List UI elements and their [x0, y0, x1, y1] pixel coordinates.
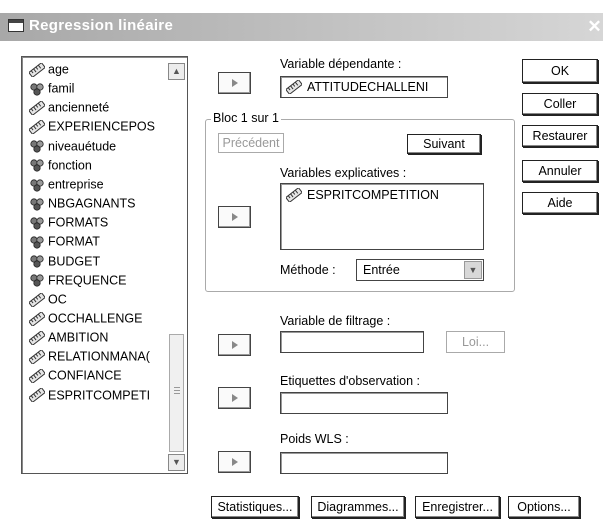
variable-list-item[interactable]: entreprise	[29, 177, 104, 195]
move-to-wls-button[interactable]	[218, 451, 251, 473]
variable-list-item[interactable]: ancienneté	[28, 100, 110, 118]
variable-label: FORMAT	[48, 235, 100, 250]
options-button[interactable]: Options...	[508, 496, 580, 518]
variable-label: EXPERIENCEPOS	[48, 120, 155, 135]
three-balls-icon	[29, 158, 45, 173]
variable-label: fonction	[48, 158, 92, 173]
ruler-icon	[28, 387, 46, 404]
case-labels-field[interactable]	[280, 392, 448, 414]
scroll-up-arrow-icon[interactable]: ▲	[168, 63, 185, 80]
dependent-variable-field[interactable]: ATTITUDECHALLENI	[280, 76, 448, 98]
three-balls-icon	[29, 216, 45, 230]
scroll-down-arrow-icon[interactable]: ▼	[168, 454, 185, 471]
variable-list-item[interactable]: FREQUENCE	[29, 273, 126, 291]
ruler-icon	[28, 119, 46, 136]
variable-list-item[interactable]: FORMATS	[29, 215, 108, 233]
methode-label: Méthode :	[280, 263, 336, 277]
three-balls-icon	[29, 235, 45, 249]
ruler-icon	[285, 187, 303, 203]
next-block-button[interactable]: Suivant	[407, 134, 481, 154]
variable-label: FREQUENCE	[48, 273, 127, 288]
ruler-icon	[285, 79, 303, 95]
statistics-button[interactable]: Statistiques...	[211, 496, 299, 518]
help-button[interactable]: Aide	[522, 192, 598, 214]
variable-list-item[interactable]: RELATIONMANA(	[28, 348, 150, 367]
variable-label: ESPRITCOMPETI	[48, 388, 151, 403]
move-to-explicatives-button[interactable]	[218, 206, 251, 228]
dependent-variable-label: Variable dépendante :	[280, 57, 402, 71]
plots-button[interactable]: Diagrammes...	[311, 496, 405, 518]
wls-weight-label: Poids WLS :	[280, 432, 349, 446]
explicatives-label: Variables explicatives :	[280, 166, 407, 180]
ruler-icon	[28, 100, 46, 116]
variable-list-item[interactable]: OCCHALLENGE	[28, 310, 143, 329]
window-icon	[8, 19, 24, 32]
filter-variable-field[interactable]	[280, 331, 424, 353]
variable-label: OCCHALLENGE	[48, 311, 143, 326]
variable-list-item[interactable]: NBGAGNANTS	[29, 196, 136, 214]
close-icon[interactable]: ✕	[586, 17, 603, 37]
ok-button[interactable]: OK	[522, 59, 598, 83]
regression-dialog: Regression linéaire ✕ age famil ancienneté…	[0, 0, 603, 531]
three-balls-icon	[29, 139, 45, 153]
move-to-filter-button[interactable]	[218, 334, 251, 356]
move-to-dependent-button[interactable]	[218, 72, 251, 94]
variable-label: age	[48, 62, 69, 77]
variable-list-item[interactable]: fonction	[29, 158, 92, 176]
variable-list-item[interactable]: ESPRITCOMPETI	[28, 387, 151, 406]
variable-label: niveauétude	[48, 139, 117, 154]
ruler-icon	[28, 348, 46, 365]
rule-button[interactable]: Loi...	[446, 331, 505, 353]
ruler-icon	[28, 291, 46, 308]
variable-list-item[interactable]: EXPERIENCEPOS	[28, 119, 155, 137]
paste-button[interactable]: Coller	[522, 93, 598, 115]
previous-block-button[interactable]: Précédent	[218, 133, 284, 153]
variable-list-item[interactable]: CONFIANCE	[28, 368, 122, 386]
variable-label: AMBITION	[48, 330, 109, 345]
methode-select[interactable]: Entrée ▼	[356, 259, 484, 281]
ruler-icon	[28, 368, 46, 385]
explicatives-list[interactable]: ESPRITCOMPETITION	[280, 183, 484, 250]
ruler-icon	[28, 61, 46, 78]
variable-list-item[interactable]: OC	[28, 291, 67, 310]
variable-label: famil	[48, 81, 75, 96]
variable-label: FORMATS	[48, 215, 109, 230]
variable-label: NBGAGNANTS	[48, 196, 136, 211]
ruler-icon	[28, 310, 46, 327]
variable-label: ancienneté	[48, 101, 110, 115]
cancel-button[interactable]: Annuler	[522, 160, 598, 182]
three-balls-icon	[29, 178, 45, 192]
variable-label: CONFIANCE	[48, 369, 122, 384]
wls-weight-field[interactable]	[280, 452, 448, 474]
variable-list-item[interactable]: FORMAT	[29, 234, 100, 252]
block-legend: Bloc 1 sur 1	[211, 111, 282, 125]
reset-button[interactable]: Restaurer	[522, 125, 598, 147]
explicatives-item[interactable]: ESPRITCOMPETITION	[307, 188, 439, 202]
three-balls-icon	[29, 254, 45, 268]
variable-label: RELATIONMANA(	[48, 349, 150, 364]
save-button[interactable]: Enregistrer...	[415, 496, 500, 518]
variable-label: OC	[48, 292, 67, 307]
variable-list-item[interactable]: niveauétude	[29, 139, 116, 157]
methode-value: Entrée	[363, 263, 400, 277]
variable-list-item[interactable]: AMBITION	[28, 329, 109, 348]
variable-list-item[interactable]: BUDGET	[29, 254, 100, 272]
variable-label: BUDGET	[48, 254, 101, 269]
three-balls-icon	[29, 197, 45, 211]
scroll-thumb[interactable]	[169, 334, 184, 452]
ruler-icon	[28, 329, 46, 346]
three-balls-icon	[29, 82, 45, 96]
three-balls-icon	[29, 273, 45, 287]
variable-list-item[interactable]: famil	[29, 81, 74, 99]
chevron-down-icon[interactable]: ▼	[464, 261, 482, 279]
variable-label: entreprise	[48, 177, 104, 192]
filter-variable-label: Variable de filtrage :	[280, 314, 391, 328]
move-to-case-labels-button[interactable]	[218, 387, 251, 409]
dependent-variable-value: ATTITUDECHALLENI	[307, 80, 429, 94]
variable-list-item[interactable]: age	[28, 61, 69, 80]
case-labels-label: Etiquettes d'observation :	[280, 374, 420, 388]
variable-list-scrollbar[interactable]: ▲ ▼	[168, 63, 185, 471]
window-title: Regression linéaire	[29, 17, 174, 34]
